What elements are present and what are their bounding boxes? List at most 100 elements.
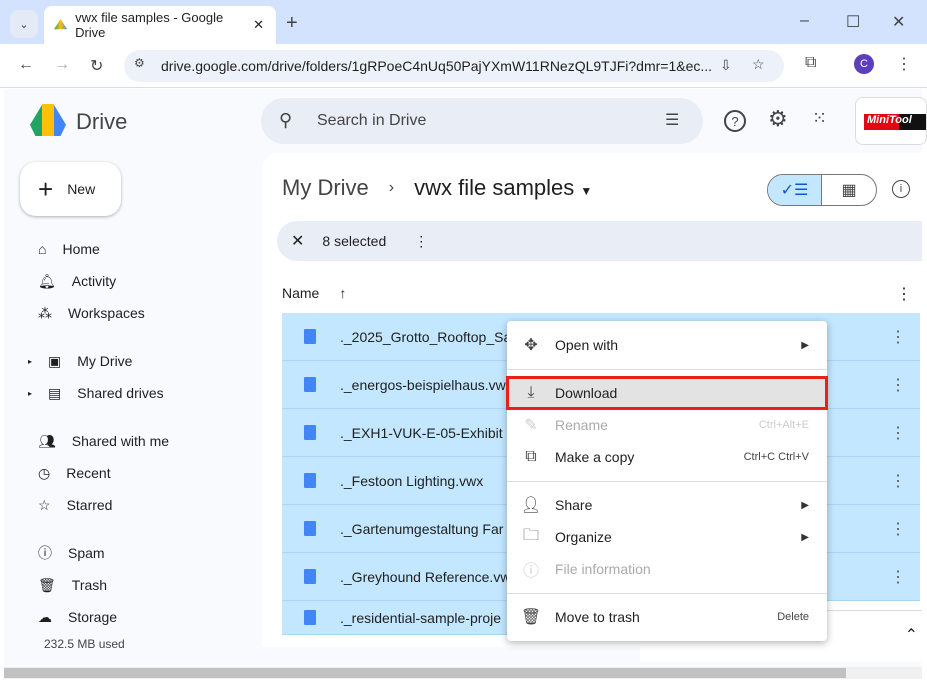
rename-icon: ✎ <box>524 417 538 434</box>
file-icon <box>304 569 316 584</box>
menu-item-rename[interactable]: ✎ Rename Ctrl+Alt+E <box>507 409 827 441</box>
settings-icon[interactable]: ⚙ <box>768 106 788 132</box>
extensions-icon[interactable]: ⧉ <box>805 54 816 72</box>
bell-icon: 🔔︎ <box>38 272 56 289</box>
more-actions-icon[interactable]: ⋮ <box>414 233 428 250</box>
new-button[interactable]: + New <box>20 162 121 216</box>
horizontal-scrollbar[interactable] <box>4 667 922 679</box>
row-more-icon[interactable]: ⋮ <box>890 423 906 443</box>
sidebar-item-activity[interactable]: 🔔︎ Activity <box>38 269 116 293</box>
profile-avatar[interactable]: C <box>854 54 874 74</box>
search-placeholder: Search in Drive <box>317 112 427 129</box>
drive-logo-text[interactable]: Drive <box>76 109 127 135</box>
folder-icon: 🗀 <box>522 526 539 544</box>
breadcrumb-current-folder[interactable]: vwx file samples ▼ <box>414 175 592 201</box>
reload-icon[interactable]: ↻ <box>90 56 103 76</box>
drive-favicon-icon <box>54 19 68 30</box>
url-field[interactable]: ⚙ drive.google.com/drive/folders/1gRPoeC… <box>124 50 784 82</box>
submenu-arrow-icon: ▶ <box>801 499 809 511</box>
file-name: ._2025_Grotto_Rooftop_Sa <box>340 328 512 345</box>
sidebar-item-workspaces[interactable]: ⁂ Workspaces <box>38 301 145 325</box>
row-more-icon[interactable]: ⋮ <box>890 375 906 395</box>
expand-panel-icon[interactable]: ⌃ <box>905 625 918 645</box>
dropdown-icon: ▼ <box>580 184 593 198</box>
name-column-header[interactable]: Name ↑ <box>282 285 346 301</box>
row-more-icon[interactable]: ⋮ <box>890 567 906 587</box>
file-icon <box>304 329 316 344</box>
sidebar-item-spam[interactable]: ⓘ Spam <box>38 541 105 565</box>
file-name: ._residential-sample-proje <box>340 609 502 626</box>
sidebar-item-storage[interactable]: ☁ Storage <box>38 605 117 629</box>
file-icon <box>304 425 316 440</box>
back-icon[interactable]: ← <box>18 56 34 74</box>
file-name: ._Greyhound Reference.vw <box>340 568 511 585</box>
forward-icon[interactable]: → <box>54 56 70 74</box>
bookmark-star-icon[interactable]: ☆ <box>752 56 765 73</box>
selection-count: 8 selected <box>322 233 387 249</box>
sidebar-item-shared-drives[interactable]: ▸ ▤ Shared drives <box>28 381 164 405</box>
apps-grid-icon[interactable]: ⁙ <box>812 108 827 129</box>
grid-view-icon[interactable]: ▦ <box>822 175 876 205</box>
clear-selection-icon[interactable]: ✕ <box>291 231 304 251</box>
file-name: ._Festoon Lighting.vwx <box>340 472 484 489</box>
row-more-icon[interactable]: ⋮ <box>890 519 906 539</box>
sidebar-item-starred[interactable]: ☆ Starred <box>38 493 112 517</box>
menu-item-download[interactable]: ⤓ Download <box>506 376 828 410</box>
menu-divider <box>507 369 827 370</box>
install-app-icon[interactable]: ⇩ <box>720 57 732 74</box>
sidebar-item-recent[interactable]: ◷ Recent <box>38 461 111 485</box>
url-text: drive.google.com/drive/folders/1gRPoeC4n… <box>161 58 713 74</box>
minimize-icon[interactable]: – <box>800 12 809 30</box>
menu-item-organize[interactable]: 🗀 Organize ▶ <box>507 521 827 553</box>
breadcrumb-my-drive[interactable]: My Drive <box>282 175 369 201</box>
expand-arrow-icon[interactable]: ▸ <box>28 389 32 398</box>
context-menu: ✥ Open with ▶ ⤓ Download ✎ Rename Ctrl+Alt+E ⧉ Ma… <box>506 321 828 641</box>
trash-icon: 🗑︎ <box>38 576 56 593</box>
close-tab-icon[interactable]: ✕ <box>253 17 264 33</box>
column-options-icon[interactable]: ⋮ <box>896 284 912 304</box>
new-tab-icon[interactable]: + <box>286 12 298 35</box>
sort-ascending-icon[interactable]: ↑ <box>339 285 346 301</box>
file-name: ._Gartenumgestaltung Far <box>340 520 504 537</box>
people-icon: 👥︎ <box>38 432 56 449</box>
shared-drives-icon: ▤ <box>48 384 62 401</box>
tab-search-icon[interactable]: ⌄ <box>10 10 38 38</box>
details-info-icon[interactable]: i <box>892 180 910 198</box>
star-icon: ☆ <box>38 496 51 513</box>
sidebar-item-my-drive[interactable]: ▸ ▣ My Drive <box>28 349 132 373</box>
row-more-icon[interactable]: ⋮ <box>890 327 906 347</box>
file-icon <box>304 521 316 536</box>
menu-item-move-to-trash[interactable]: 🗑︎ Move to trash Delete <box>507 601 827 633</box>
expand-arrow-icon[interactable]: ▸ <box>28 357 32 366</box>
menu-item-share[interactable]: 👤︎ Share ▶ <box>507 489 827 521</box>
search-options-icon[interactable]: ☰ <box>665 110 679 130</box>
chevron-right-icon: › <box>388 179 395 196</box>
help-icon[interactable]: ? <box>724 110 746 132</box>
sidebar-item-trash[interactable]: 🗑︎ Trash <box>38 573 107 597</box>
browser-menu-icon[interactable]: ⋮ <box>896 54 912 74</box>
account-brand-logo[interactable]: MiniTool <box>855 97 927 145</box>
menu-item-file-information[interactable]: ⓘ File information <box>507 553 827 585</box>
maximize-icon[interactable]: ☐ <box>846 12 860 32</box>
my-drive-icon: ▣ <box>48 352 62 369</box>
row-more-icon[interactable]: ⋮ <box>890 471 906 491</box>
list-view-icon[interactable]: ✓☰ <box>768 175 823 205</box>
site-info-icon[interactable]: ⚙ <box>134 56 145 70</box>
search-icon[interactable]: ⚲ <box>279 110 292 131</box>
view-toggle: ✓☰ ▦ <box>767 174 877 206</box>
sidebar-item-home[interactable]: ⌂ Home <box>38 237 100 261</box>
breadcrumb: My Drive › vwx file samples ▼ <box>282 175 592 201</box>
clock-icon: ◷ <box>38 464 51 481</box>
search-input[interactable]: ⚲ Search in Drive ☰ <box>261 98 703 144</box>
cloud-icon: ☁ <box>38 608 52 625</box>
selection-bar: ✕ 8 selected ⋮ <box>277 221 922 261</box>
menu-item-make-a-copy[interactable]: ⧉ Make a copy Ctrl+C Ctrl+V <box>507 441 827 473</box>
menu-item-open-with[interactable]: ✥ Open with ▶ <box>507 329 827 361</box>
sidebar-item-shared-with-me[interactable]: 👥︎ Shared with me <box>38 429 169 453</box>
file-name: ._EXH1-VUK-E-05-Exhibit <box>340 424 503 441</box>
plus-icon: + <box>38 173 54 204</box>
browser-tab[interactable]: vwx file samples - Google Drive ✕ <box>44 6 276 44</box>
close-window-icon[interactable]: ✕ <box>892 12 905 32</box>
tab-bar: ⌄ vwx file samples - Google Drive ✕ + – … <box>0 0 927 44</box>
shortcut: Delete <box>777 611 809 623</box>
